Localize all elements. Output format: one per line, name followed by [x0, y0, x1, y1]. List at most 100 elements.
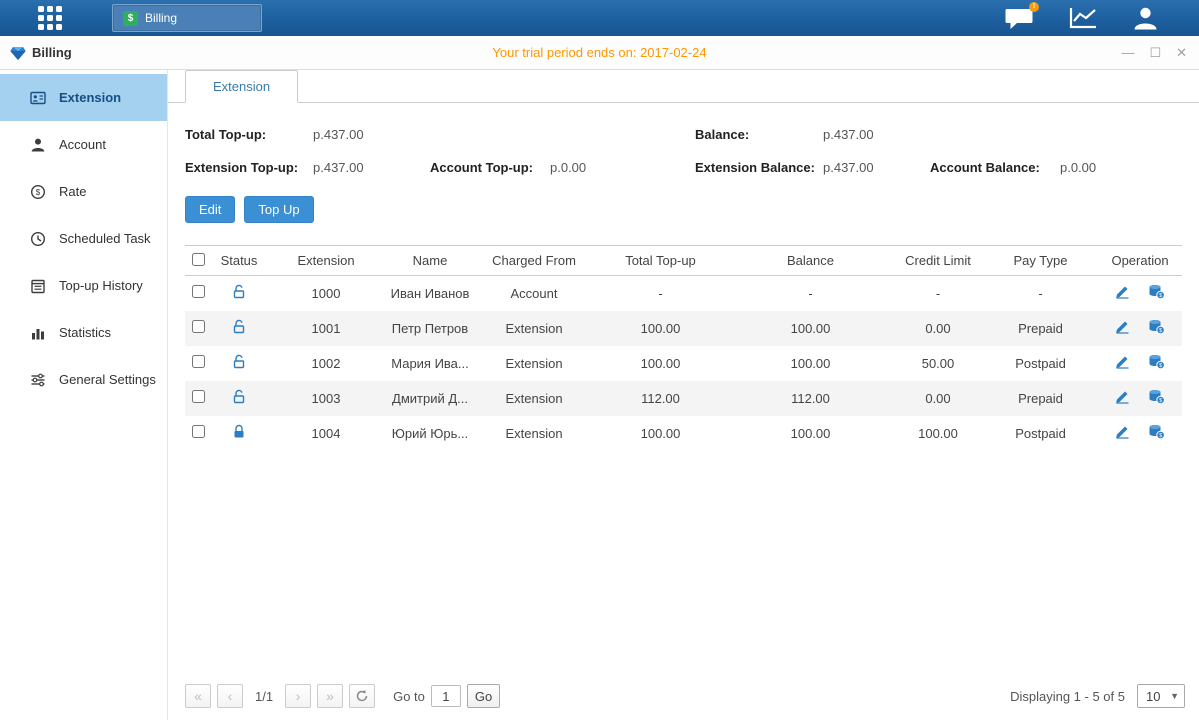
sidebar-item-topup-history[interactable]: Top-up History — [0, 262, 167, 309]
select-all-checkbox[interactable] — [192, 253, 205, 266]
table-row: 1004 Юрий Юрь... Extension 100.00 100.00… — [185, 416, 1182, 451]
cell-total-topup: 100.00 — [593, 346, 728, 381]
topup-icon[interactable]: $ — [1148, 389, 1165, 404]
chevron-down-icon: ▼ — [1170, 691, 1179, 701]
col-status: Status — [211, 246, 267, 276]
cell-credit-limit: 100.00 — [893, 416, 983, 451]
svg-text:$: $ — [1159, 293, 1162, 299]
edit-icon[interactable] — [1115, 389, 1130, 404]
cell-balance: 100.00 — [728, 346, 893, 381]
cell-name: Иван Иванов — [385, 276, 475, 311]
next-page-button[interactable]: › — [285, 684, 311, 708]
sidebar-item-label: Scheduled Task — [59, 231, 151, 246]
sidebar-item-extension[interactable]: Extension — [0, 74, 167, 121]
row-checkbox[interactable] — [192, 425, 205, 438]
prev-page-button[interactable]: ‹ — [217, 684, 243, 708]
sidebar-item-scheduled-task[interactable]: Scheduled Task — [0, 215, 167, 262]
account-balance-value: p.0.00 — [1060, 160, 1182, 175]
pagination-bar: « ‹ 1/1 › » Go to Go Displaying 1 - 5 of… — [185, 684, 1185, 708]
app-launcher-grid-icon[interactable] — [38, 6, 66, 30]
taskbar-tab-billing[interactable]: $ Billing — [112, 4, 262, 32]
row-checkbox[interactable] — [192, 285, 205, 298]
pagination-summary: Displaying 1 - 5 of 5 10 ▼ — [1010, 684, 1185, 708]
notifications-chat-icon[interactable]: ! — [1004, 6, 1034, 31]
row-checkbox[interactable] — [192, 355, 205, 368]
billing-dollar-icon: $ — [123, 11, 138, 26]
topup-icon[interactable]: $ — [1148, 424, 1165, 439]
svg-text:$: $ — [1159, 433, 1162, 439]
goto-label: Go to — [393, 689, 425, 704]
action-buttons: Edit Top Up — [185, 196, 1182, 223]
close-icon[interactable]: ✕ — [1176, 46, 1187, 60]
sidebar-item-account[interactable]: Account — [0, 121, 167, 168]
cell-credit-limit: - — [893, 276, 983, 311]
tab-strip: Extension — [168, 70, 1199, 103]
first-page-button[interactable]: « — [185, 684, 211, 708]
table-row: 1001 Петр Петров Extension 100.00 100.00… — [185, 311, 1182, 346]
row-checkbox[interactable] — [192, 390, 205, 403]
cell-extension: 1001 — [267, 311, 385, 346]
topup-icon[interactable]: $ — [1148, 354, 1165, 369]
tab-extension[interactable]: Extension — [185, 70, 298, 103]
status-lock-icon[interactable] — [232, 319, 246, 334]
top-up-button[interactable]: Top Up — [244, 196, 313, 223]
cell-name: Мария Ива... — [385, 346, 475, 381]
page-size-select[interactable]: 10 ▼ — [1137, 684, 1185, 708]
sidebar-item-label: Extension — [59, 90, 121, 105]
window-title: Billing — [32, 45, 72, 60]
cell-name: Юрий Юрь... — [385, 416, 475, 451]
maximize-icon[interactable]: ☐ — [1149, 46, 1161, 60]
cell-charged-from: Extension — [475, 311, 593, 346]
topup-icon[interactable]: $ — [1148, 319, 1165, 334]
bar-chart-icon — [30, 325, 46, 341]
go-button[interactable]: Go — [467, 684, 500, 708]
sidebar-item-statistics[interactable]: Statistics — [0, 309, 167, 356]
page-size-value: 10 — [1146, 689, 1160, 704]
status-lock-icon[interactable] — [232, 389, 246, 404]
pagination-controls: « ‹ 1/1 › » Go to Go — [185, 684, 500, 708]
sidebar-item-rate[interactable]: $ Rate — [0, 168, 167, 215]
col-balance: Balance — [728, 246, 893, 276]
cell-balance: - — [728, 276, 893, 311]
clock-icon — [30, 231, 46, 247]
edit-icon[interactable] — [1115, 354, 1130, 369]
status-lock-icon[interactable] — [232, 424, 246, 439]
table-row: 1000 Иван Иванов Account - - - - $ — [185, 276, 1182, 311]
minimize-icon[interactable]: — — [1121, 46, 1134, 60]
cell-balance: 112.00 — [728, 381, 893, 416]
sidebar-item-label: Top-up History — [59, 278, 143, 293]
extension-card-icon — [30, 90, 46, 106]
edit-icon[interactable] — [1115, 284, 1130, 299]
status-lock-icon[interactable] — [232, 354, 246, 369]
cell-charged-from: Extension — [475, 346, 593, 381]
topup-icon[interactable]: $ — [1148, 284, 1165, 299]
goto-page-input[interactable] — [431, 685, 461, 707]
sidebar: Extension Account $ Rate Scheduled Task … — [0, 70, 168, 720]
status-lock-icon[interactable] — [232, 284, 246, 299]
row-checkbox[interactable] — [192, 320, 205, 333]
cell-balance: 100.00 — [728, 416, 893, 451]
taskbar-tab-label: Billing — [145, 11, 177, 25]
cell-pay-type: Postpaid — [983, 416, 1098, 451]
displaying-text: Displaying 1 - 5 of 5 — [1010, 689, 1125, 704]
window-title-group: Billing — [0, 45, 72, 61]
edit-icon[interactable] — [1115, 424, 1130, 439]
cell-total-topup: 100.00 — [593, 311, 728, 346]
svg-text:$: $ — [1159, 363, 1162, 369]
col-credit-limit: Credit Limit — [893, 246, 983, 276]
sidebar-item-label: Account — [59, 137, 106, 152]
refresh-button[interactable] — [349, 684, 375, 708]
edit-button[interactable]: Edit — [185, 196, 235, 223]
rate-circle-icon: $ — [30, 184, 46, 200]
sidebar-item-label: Rate — [59, 184, 86, 199]
edit-icon[interactable] — [1115, 319, 1130, 334]
balance-label: Balance: — [695, 127, 823, 142]
last-page-button[interactable]: » — [317, 684, 343, 708]
statistics-chart-icon[interactable] — [1068, 6, 1098, 31]
sidebar-item-general-settings[interactable]: General Settings — [0, 356, 167, 403]
user-account-icon[interactable] — [1132, 5, 1159, 31]
history-ledger-icon — [30, 278, 46, 294]
cell-charged-from: Extension — [475, 381, 593, 416]
cell-credit-limit: 50.00 — [893, 346, 983, 381]
cell-credit-limit: 0.00 — [893, 381, 983, 416]
